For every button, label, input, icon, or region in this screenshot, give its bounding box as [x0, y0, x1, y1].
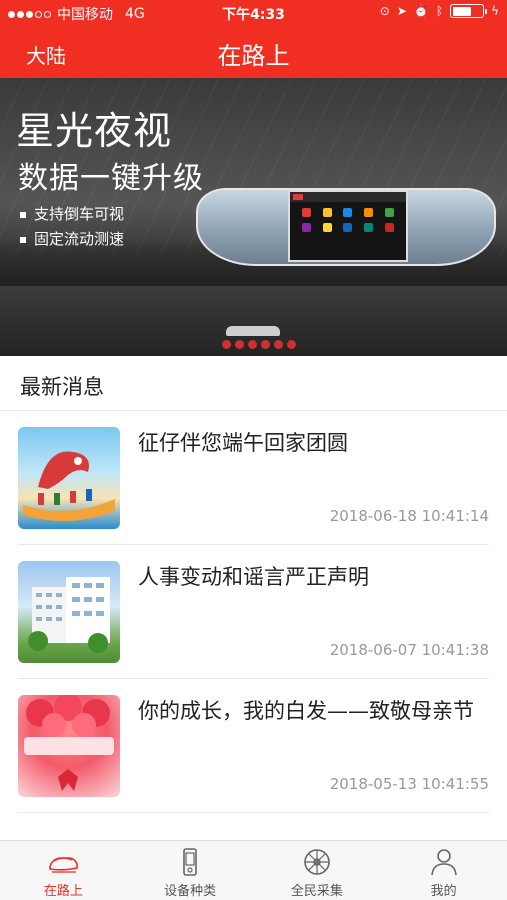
- banner-subtitle: 数据一键升级: [18, 161, 204, 196]
- tab-on-the-road[interactable]: 在路上: [0, 841, 127, 900]
- tab-device-types[interactable]: 设备种类: [127, 841, 254, 900]
- lock-rotation-icon: ⊙: [379, 4, 390, 18]
- tab-mine[interactable]: 我的: [380, 841, 507, 900]
- car-icon: [49, 857, 79, 873]
- mirror-screen-image: [288, 190, 408, 262]
- battery-icon: [450, 4, 488, 18]
- news-item[interactable]: 人事变动和谣言严正声明 2018-06-07 10:41:38: [0, 545, 507, 679]
- status-bar: 中国移动 4G 下午4:33 ⊙ ➤ ⏰ ᛒ ϟ: [0, 0, 507, 26]
- tab-label: 全民采集: [290, 884, 343, 899]
- location-icon: ➤: [396, 4, 407, 18]
- news-title: 人事变动和谣言严正声明: [138, 565, 369, 589]
- mothers-day-balloons-image: [18, 695, 120, 797]
- news-date: 2018-05-13 10:41:55: [329, 775, 489, 793]
- banner-bullet: 固定流动测速: [34, 230, 125, 248]
- charging-icon: ϟ: [491, 4, 499, 18]
- banner-bullet: 支持倒车可视: [34, 205, 125, 223]
- banner-title: 星光夜视: [16, 109, 173, 153]
- news-date: 2018-06-07 10:41:38: [329, 641, 489, 659]
- tab-crowd-collect[interactable]: 全民采集: [254, 841, 381, 900]
- news-title: 你的成长，我的白发——致敬母亲节: [138, 699, 474, 723]
- news-title: 征仔伴您端午回家团圆: [138, 431, 348, 455]
- banner-bullets: 支持倒车可视 固定流动测速: [20, 202, 124, 252]
- alarm-icon: ⏰: [413, 4, 429, 18]
- header: 中国移动 4G 下午4:33 ⊙ ➤ ⏰ ᛒ ϟ 大陆 在路上: [0, 0, 507, 78]
- page-title: 在路上: [217, 42, 290, 70]
- news-date: 2018-06-18 10:41:14: [329, 507, 489, 525]
- tab-label: 在路上: [43, 884, 83, 899]
- tab-label: 设备种类: [164, 884, 217, 899]
- promo-banner[interactable]: 星光夜视 数据一键升级 支持倒车可视 固定流动测速: [0, 78, 507, 356]
- bottom-tab-bar: 在路上 设备种类 全民采集 我的: [0, 840, 507, 900]
- tab-label: 我的: [430, 884, 457, 899]
- news-item[interactable]: 征仔伴您端午回家团圆 2018-06-18 10:41:14: [0, 411, 507, 545]
- device-icon: [183, 848, 197, 876]
- banner-page-indicator: [222, 340, 296, 349]
- bluetooth-icon: ᛒ: [435, 4, 444, 18]
- person-icon: [430, 849, 457, 876]
- news-section-title: 最新消息: [20, 375, 104, 399]
- news-item[interactable]: 你的成长，我的白发——致敬母亲节 2018-05-13 10:41:55: [0, 679, 507, 813]
- wheel-icon: [304, 849, 330, 875]
- dashcam-device-image: [226, 326, 280, 336]
- dragon-boat-image: [18, 427, 120, 529]
- office-building-image: [18, 561, 120, 663]
